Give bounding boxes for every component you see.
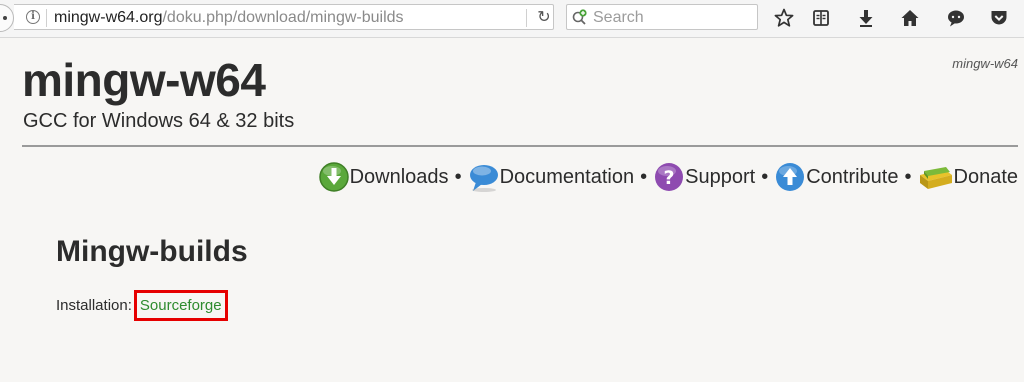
header-divider [22, 145, 1018, 147]
installation-label: Installation: [56, 297, 132, 314]
svg-text:?: ? [664, 167, 675, 189]
nav-item-support[interactable]: ? Support [653, 161, 755, 193]
nav-item-contribute[interactable]: Contribute [774, 161, 898, 193]
bookmark-star-icon[interactable] [774, 8, 794, 28]
reader-view-icon[interactable] [811, 8, 831, 28]
nav-label-support: Support [685, 165, 756, 188]
url-bar[interactable]: i mingw-w64.org/doku.php/download/mingw-… [14, 4, 554, 30]
site-title[interactable]: mingw-w64 [22, 53, 266, 107]
url-text[interactable]: mingw-w64.org/doku.php/download/mingw-bu… [54, 9, 404, 27]
main-nav: Downloads • Documentation • ? Support • … [318, 160, 1018, 194]
money-icon [919, 167, 952, 189]
nav-separator: • [454, 165, 462, 188]
downloads-icon[interactable] [856, 8, 876, 28]
nav-item-donate[interactable]: Donate [918, 161, 1019, 193]
url-divider-right [526, 9, 527, 27]
url-divider [46, 9, 47, 27]
nav-separator: • [904, 165, 912, 188]
nav-item-downloads[interactable]: Downloads [318, 161, 449, 193]
nav-label-donate: Donate [953, 165, 1019, 188]
back-button[interactable] [0, 4, 14, 32]
info-icon[interactable]: i [26, 10, 40, 24]
nav-label-contribute: Contribute [806, 165, 899, 188]
sourceforge-link[interactable]: Sourceforge [133, 290, 228, 321]
url-path: /doku.php/download/mingw-builds [162, 9, 404, 26]
upload-icon [776, 163, 805, 191]
search-icon [572, 9, 587, 25]
pocket-icon[interactable] [989, 8, 1009, 28]
downloads-icon [318, 162, 349, 192]
nav-label-downloads: Downloads [349, 165, 449, 188]
back-arrow-icon [3, 16, 7, 20]
url-domain: mingw-w64.org [54, 9, 163, 26]
search-placeholder: Search [593, 9, 644, 26]
search-input[interactable]: Search [566, 4, 758, 30]
question-icon: ? [655, 163, 684, 191]
home-icon[interactable] [900, 8, 920, 28]
browser-toolbar: i mingw-w64.org/doku.php/download/mingw-… [0, 0, 1024, 38]
reload-icon[interactable]: ↻ [534, 7, 554, 27]
nav-separator: • [640, 165, 648, 188]
nav-separator: • [761, 165, 769, 188]
speech-bubble-icon [469, 165, 498, 192]
nav-item-documentation[interactable]: Documentation [468, 161, 635, 193]
nav-label-documentation: Documentation [499, 165, 635, 188]
breadcrumb[interactable]: mingw-w64 [952, 56, 1018, 71]
installation-line: Installation: Sourceforge [56, 290, 228, 321]
section-heading: Mingw-builds [56, 235, 248, 268]
site-tagline: GCC for Windows 64 & 32 bits [23, 110, 295, 132]
chat-icon[interactable] [946, 8, 966, 28]
